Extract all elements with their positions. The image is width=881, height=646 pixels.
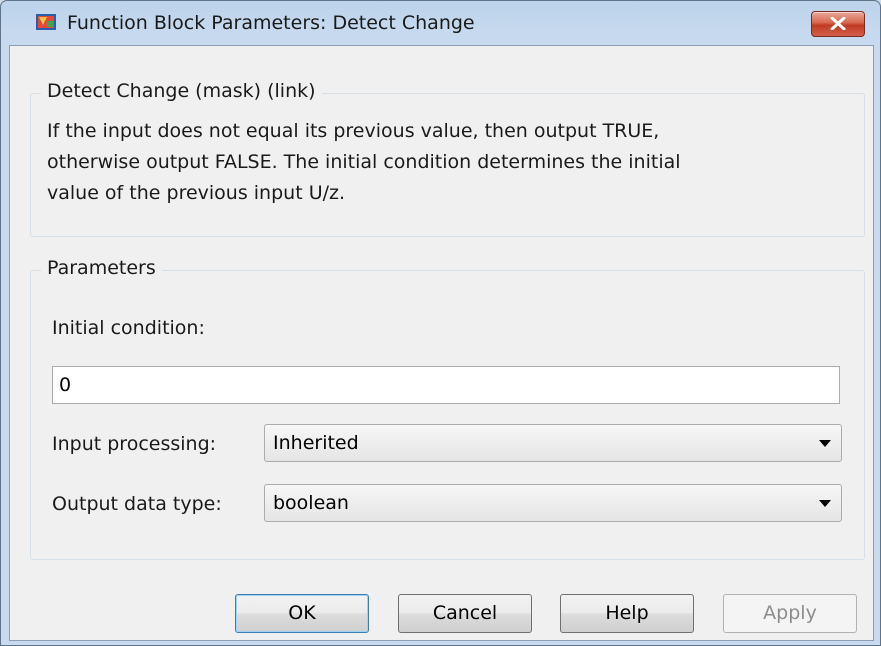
dialog-window: Function Block Parameters: Detect Change… — [0, 0, 881, 646]
parameters-title: Parameters — [41, 257, 162, 279]
description-line-2: otherwise output FALSE. The initial cond… — [47, 151, 681, 173]
output-data-type-label: Output data type: — [52, 493, 222, 515]
chevron-down-icon — [819, 440, 831, 447]
description-line-3: value of the previous input U/z. — [47, 182, 346, 204]
output-data-type-dropdown[interactable]: boolean — [264, 484, 842, 522]
parameters-group: Parameters Initial condition: Input proc… — [30, 257, 865, 560]
cancel-button[interactable]: Cancel — [398, 594, 532, 633]
input-processing-value: Inherited — [273, 432, 359, 454]
window-title: Function Block Parameters: Detect Change — [67, 12, 475, 34]
initial-condition-label: Initial condition: — [52, 317, 205, 339]
dialog-client-area: Detect Change (mask) (link) If the input… — [9, 45, 874, 641]
description-line-1: If the input does not equal its previous… — [47, 120, 660, 142]
apply-button[interactable]: Apply — [723, 594, 857, 633]
input-processing-label: Input processing: — [52, 433, 217, 455]
simulink-block-icon — [35, 11, 57, 33]
input-processing-dropdown[interactable]: Inherited — [264, 424, 842, 462]
initial-condition-input[interactable] — [52, 366, 840, 404]
ok-button[interactable]: OK — [235, 594, 369, 633]
output-data-type-value: boolean — [273, 492, 349, 514]
help-button[interactable]: Help — [560, 594, 694, 633]
title-bar[interactable]: Function Block Parameters: Detect Change — [1, 1, 880, 45]
chevron-down-icon — [819, 500, 831, 507]
close-button[interactable] — [811, 11, 865, 37]
block-description-title: Detect Change (mask) (link) — [41, 80, 322, 102]
block-description-group: Detect Change (mask) (link) If the input… — [30, 80, 865, 237]
